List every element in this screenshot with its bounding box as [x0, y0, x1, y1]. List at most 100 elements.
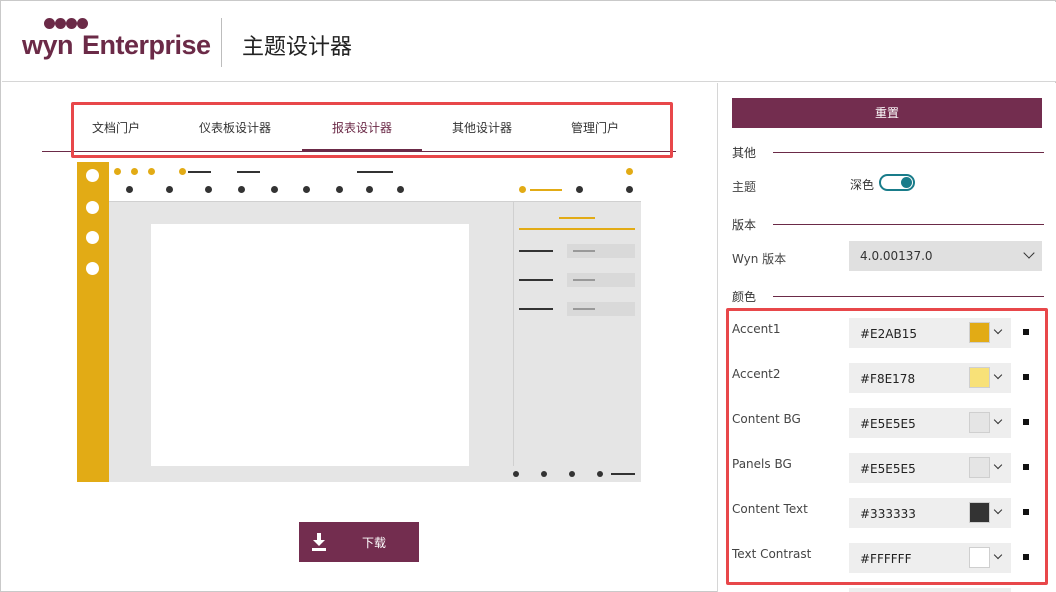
section-colors-heading: 颜色 [732, 290, 757, 304]
color-swatch[interactable] [969, 547, 990, 568]
row-marker [1023, 329, 1029, 335]
preview-tool-dot [366, 186, 373, 193]
chevron-down-icon[interactable] [993, 550, 1003, 560]
preview-panel-label [519, 250, 553, 252]
preview-accent-dot [114, 168, 121, 175]
preview-status-dot [569, 471, 575, 477]
color-hex-value: #333333 [860, 507, 916, 521]
color-field-panels-bg[interactable]: #E5E5E5 [849, 453, 1011, 483]
section-version-heading: 版本 [732, 218, 757, 232]
color-field-accent1[interactable]: #E2AB15 [849, 318, 1011, 348]
row-marker [1023, 419, 1029, 425]
preview-topbar-line [237, 171, 260, 173]
color-label-content-bg: Content BG [732, 412, 801, 426]
tab-admin-portal[interactable]: 管理门户 [571, 119, 619, 136]
header-divider [221, 18, 222, 67]
wyn-enterprise-logo: wyn Enterprise [22, 18, 211, 66]
toggle-knob [901, 177, 912, 188]
color-field-next-partial[interactable] [849, 588, 1011, 592]
designer-tabs: 文档门户 仪表板设计器 报表设计器 其他设计器 管理门户 [42, 104, 676, 152]
color-hex-value: #E5E5E5 [860, 417, 916, 431]
preview-left-bar [77, 162, 109, 482]
preview-tool-dot [166, 186, 173, 193]
app-window: wyn Enterprise 主题设计器 文档门户 仪表板设计器 报表设计器 其… [0, 0, 1056, 592]
wyn-version-label: Wyn 版本 [732, 252, 787, 266]
preview-tool-dot [336, 186, 343, 193]
preview-status-line [611, 473, 635, 475]
preview-accent-line [519, 228, 635, 230]
color-swatch[interactable] [969, 457, 990, 478]
preview-panel-label [519, 279, 553, 281]
color-field-content-bg[interactable]: #E5E5E5 [849, 408, 1011, 438]
tab-document-portal[interactable]: 文档门户 [92, 119, 140, 136]
chevron-down-icon[interactable] [993, 505, 1003, 515]
theme-settings-panel: 重置 其他 主题 深色 版本 Wyn 版本 4.0.00137.0 颜色 Acc… [717, 83, 1056, 592]
color-field-content-text[interactable]: #333333 [849, 498, 1011, 528]
color-swatch[interactable] [969, 412, 990, 433]
color-swatch[interactable] [969, 367, 990, 388]
color-hex-value: #F8E178 [860, 372, 916, 386]
preview-status-dot [541, 471, 547, 477]
app-header: wyn Enterprise 主题设计器 [2, 2, 1056, 82]
preview-nav-dot [86, 169, 99, 182]
color-label-accent1: Accent1 [732, 322, 781, 336]
preview-report-canvas [151, 224, 469, 466]
preview-accent-dot [626, 168, 633, 175]
preview-tool-dot [126, 186, 133, 193]
preview-accent-dot [131, 168, 138, 175]
theme-mode-text: 深色 [850, 178, 875, 192]
color-hex-value: #E2AB15 [860, 327, 917, 341]
preview-panel-value [573, 279, 595, 281]
color-label-accent2: Accent2 [732, 367, 781, 381]
theme-label: 主题 [732, 180, 757, 194]
color-field-text-contrast[interactable]: #FFFFFF [849, 543, 1011, 573]
color-label-panels-bg: Panels BG [732, 457, 792, 471]
chevron-down-icon[interactable] [993, 415, 1003, 425]
chevron-down-icon [1023, 247, 1035, 259]
wyn-version-value: 4.0.00137.0 [860, 249, 933, 263]
preview-accent-dot [148, 168, 155, 175]
preview-tool-dot [271, 186, 278, 193]
preview-tool-dot [576, 186, 583, 193]
preview-accent-dot [179, 168, 186, 175]
logo-wyn-text: wyn [22, 30, 74, 60]
preview-nav-dot [86, 231, 99, 244]
preview-accent-line [530, 189, 562, 191]
section-divider [773, 152, 1044, 153]
color-label-text-contrast: Text Contrast [732, 547, 812, 561]
color-field-accent2[interactable]: #F8E178 [849, 363, 1011, 393]
preview-tool-dot [238, 186, 245, 193]
color-hex-value: #E5E5E5 [860, 462, 916, 476]
preview-nav-dot [86, 262, 99, 275]
preview-topbar-line [188, 171, 211, 173]
preview-tool-dot [205, 186, 212, 193]
preview-tool-dot [626, 186, 633, 193]
preview-toolbar [109, 180, 641, 202]
preview-tool-dot [303, 186, 310, 193]
download-button[interactable]: 下载 [299, 522, 419, 562]
tab-dashboard-designer[interactable]: 仪表板设计器 [199, 119, 271, 136]
active-tab-indicator [302, 149, 422, 152]
dark-theme-toggle[interactable] [879, 174, 915, 191]
wyn-version-select[interactable]: 4.0.00137.0 [849, 241, 1042, 271]
section-divider [773, 296, 1044, 297]
chevron-down-icon[interactable] [993, 370, 1003, 380]
tab-other-designers[interactable]: 其他设计器 [452, 119, 512, 136]
preview-topbar-line [357, 171, 393, 173]
color-label-content-text: Content Text [732, 502, 808, 516]
chevron-down-icon[interactable] [993, 460, 1003, 470]
color-swatch[interactable] [969, 322, 990, 343]
preview-status-dot [597, 471, 603, 477]
chevron-down-icon[interactable] [993, 325, 1003, 335]
section-divider [773, 224, 1044, 225]
preview-accent-dot [519, 186, 526, 193]
color-hex-value: #FFFFFF [860, 552, 912, 566]
preview-panel-value [573, 308, 595, 310]
reset-button[interactable]: 重置 [732, 98, 1042, 128]
tab-report-designer[interactable]: 报表设计器 [332, 119, 392, 136]
row-marker [1023, 374, 1029, 380]
preview-panel-value [573, 250, 595, 252]
section-other-heading: 其他 [732, 146, 757, 160]
color-swatch[interactable] [969, 502, 990, 523]
row-marker [1023, 554, 1029, 560]
